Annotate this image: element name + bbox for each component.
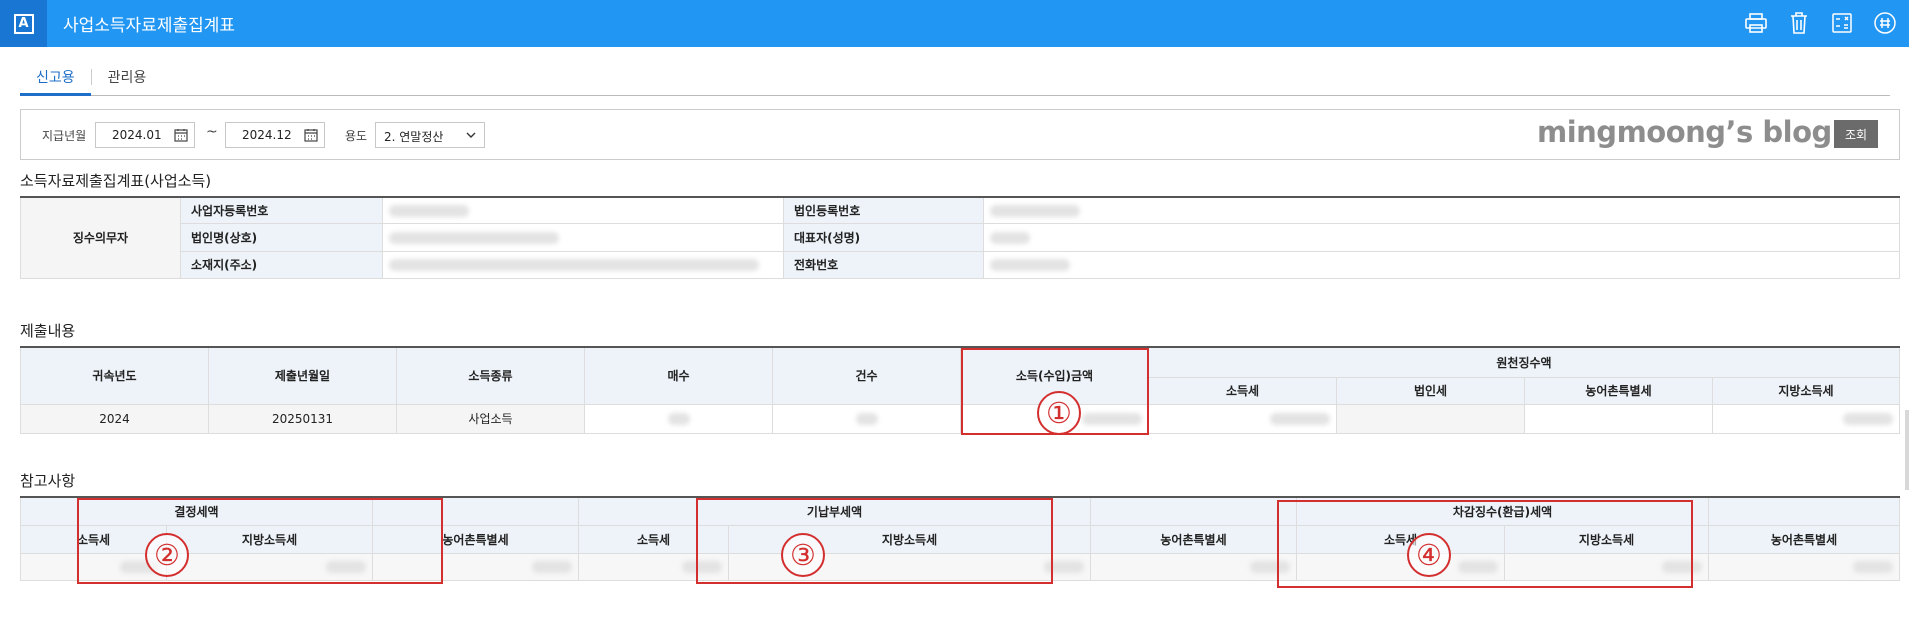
cell-value: [372, 552, 580, 581]
start-date-value: 2024.01: [112, 128, 162, 142]
payer-label: 징수의무자: [20, 196, 181, 279]
field-value: [382, 250, 784, 279]
calendar-icon[interactable]: [304, 128, 318, 142]
query-button[interactable]: 조회: [1834, 120, 1878, 148]
print-icon[interactable]: [1743, 10, 1768, 35]
cell-value: [1504, 552, 1710, 581]
usage-label: 용도: [345, 129, 368, 143]
cell-value: [1296, 552, 1506, 581]
table-row: 2024 20250131 사업소득: [20, 403, 1900, 434]
tab-management[interactable]: 관리용: [92, 62, 163, 96]
payer-table: 징수의무자 사업자등록번호 법인등록번호 법인명(상호) 대표자(성명) 소재지…: [20, 196, 1900, 279]
col-header: 소득세: [1296, 524, 1506, 554]
reference-table: 결정세액 기납부세액 차감징수(환급)세액 소득세 지방소득세 농어촌특별세 소…: [19, 496, 1900, 581]
usage-select[interactable]: 2. 연말정산: [375, 122, 485, 148]
blank-header: [372, 496, 580, 526]
col-header: 지방소득세: [1712, 376, 1900, 405]
col-header: 법인세: [1336, 376, 1525, 405]
col-header: 지방소득세: [165, 524, 374, 554]
col-header: 매수: [584, 346, 773, 405]
field-value: [983, 250, 1900, 279]
col-header: 제출년월일: [208, 346, 397, 405]
col-header: 소득세: [20, 524, 167, 554]
table-row: [20, 552, 1900, 581]
blank-header: [1708, 496, 1900, 526]
section-title-reference: 참고사항: [20, 472, 76, 490]
cell-year: 2024: [20, 403, 209, 434]
col-header: 농어촌특별세: [372, 524, 580, 554]
cell-income-tax: [1148, 403, 1337, 434]
page-title: 사업소득자료제출집계표: [63, 16, 236, 36]
calendar-icon[interactable]: [174, 128, 188, 142]
group-header: 결정세액: [19, 496, 374, 526]
col-header: 소득종류: [396, 346, 585, 405]
field-label: 대표자(성명): [783, 222, 984, 252]
tab-bar: 신고용 관리용: [20, 62, 1890, 96]
col-header: 원천징수액: [1148, 346, 1900, 378]
app-header: A 사업소득자료제출집계표: [0, 0, 1909, 47]
section-title-summary: 소득자료제출집계표(사업소득): [20, 172, 212, 190]
end-date-input[interactable]: 2024.12: [225, 122, 325, 148]
col-header: 소득세: [578, 524, 730, 554]
field-value: [382, 196, 784, 224]
period-label: 지급년월: [42, 129, 87, 143]
cell-rural-tax: [1524, 403, 1713, 434]
cell-type: 사업소득: [396, 403, 585, 434]
group-header: 차감징수(환급)세액: [1296, 496, 1710, 526]
trash-icon[interactable]: [1786, 10, 1811, 35]
grid-icon[interactable]: [1872, 10, 1897, 35]
tab-report[interactable]: 신고용: [20, 62, 91, 96]
cell-date: 20250131: [208, 403, 397, 434]
col-header: 지방소득세: [1504, 524, 1710, 554]
header-toolbar: [1743, 10, 1897, 35]
col-header: 건수: [772, 346, 961, 405]
col-header: 농어촌특별세: [1090, 524, 1298, 554]
start-date-input[interactable]: 2024.01: [95, 122, 195, 148]
section-title-submission: 제출내용: [20, 322, 76, 340]
field-label: 법인등록번호: [783, 196, 984, 224]
annotation-number: ①: [1037, 391, 1081, 435]
cell-value: [1708, 552, 1900, 581]
range-tilde: ~: [206, 124, 218, 140]
cell-count: [772, 403, 961, 434]
cell-value: [1090, 552, 1298, 581]
app-logo: A: [0, 0, 47, 47]
field-label: 법인명(상호): [180, 222, 383, 252]
annotation-number: ④: [1407, 533, 1451, 577]
field-label: 전화번호: [783, 250, 984, 279]
blog-watermark: mingmoong’s blog: [1537, 115, 1832, 149]
end-date-value: 2024.12: [242, 128, 292, 142]
cell-local-tax: [1712, 403, 1900, 434]
cell-corp-tax: [1336, 403, 1525, 434]
chevron-down-icon: [466, 132, 476, 138]
field-value: [983, 222, 1900, 252]
blank-header: [1090, 496, 1298, 526]
calculator-icon[interactable]: [1829, 10, 1854, 35]
cell-value: [578, 552, 730, 581]
annotation-number: ③: [781, 533, 825, 577]
col-header: 농어촌특별세: [1524, 376, 1713, 405]
col-header: 소득세: [1148, 376, 1337, 405]
field-value: [382, 222, 784, 252]
submission-table: 귀속년도 제출년월일 소득종류 매수 건수 소득(수입)금액 원천징수액 소득세…: [20, 346, 1900, 434]
scrollbar[interactable]: [1905, 410, 1909, 490]
field-label: 소재지(주소): [180, 250, 383, 279]
field-label: 사업자등록번호: [180, 196, 383, 224]
filter-panel: 지급년월 2024.01 ~ 2024.12 용도 2. 연말정산 mingmo…: [20, 109, 1900, 160]
annotation-number: ②: [145, 533, 189, 577]
cell-value: [165, 552, 374, 581]
app-logo-letter: A: [13, 13, 34, 34]
cell-sheets: [584, 403, 773, 434]
col-header: 농어촌특별세: [1708, 524, 1900, 554]
col-header: 귀속년도: [20, 346, 209, 405]
group-header: 기납부세액: [578, 496, 1092, 526]
usage-value: 2. 연말정산: [384, 130, 444, 144]
field-value: [983, 196, 1900, 224]
